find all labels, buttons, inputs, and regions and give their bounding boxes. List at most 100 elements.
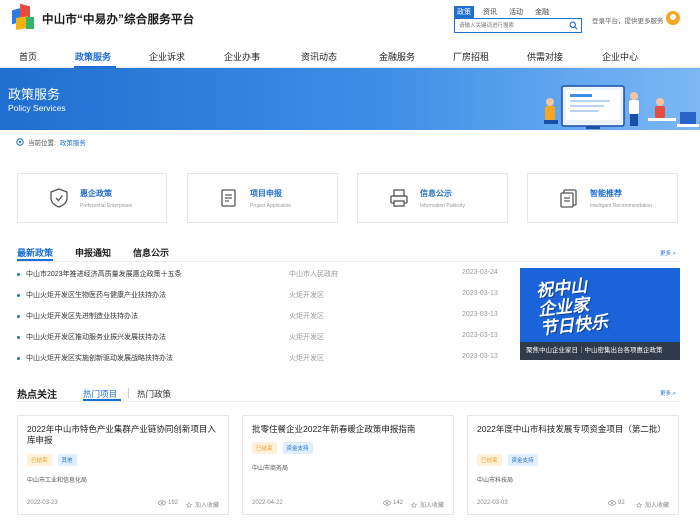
- news-date: 2023-03-13: [462, 311, 498, 318]
- service-subtitle: Information Publicity: [420, 203, 466, 209]
- service-subtitle: Intelligent Recommendation: [590, 203, 652, 209]
- favorite-button[interactable]: 加入收藏: [185, 500, 219, 509]
- service-card-preferential[interactable]: 惠企政策 Preferential Enterprises: [17, 173, 167, 223]
- bullet-dot: [17, 294, 20, 297]
- divider: [16, 401, 680, 402]
- tag-list: 已结束 资金支持: [252, 442, 313, 454]
- home-icon: [16, 138, 24, 146]
- news-date: 2023-03-24: [462, 269, 498, 276]
- bullet-dot: [17, 357, 20, 360]
- bullet-dot: [17, 336, 20, 339]
- header: 中山市“中易办”综合服务平台 政策 资讯 活动 金融 登录平台，提供更多服务: [0, 0, 700, 42]
- tab-latest-policy[interactable]: 最新政策: [17, 246, 53, 259]
- category-badge: 资金支持: [507, 454, 538, 466]
- status-badge: 已结束: [252, 442, 277, 454]
- promo-banner[interactable]: 祝中山 企业家 节日快乐 聚焦中山企业家日｜中山密集出台各项惠企政策: [520, 268, 680, 360]
- view-count-value: 142: [393, 500, 404, 506]
- nav-item-home[interactable]: 首页: [19, 50, 37, 63]
- project-card[interactable]: 批零住餐企业2022年新春暖企政策申报指南 已结束 资金支持 中山市商务局 20…: [242, 415, 454, 515]
- news-item[interactable]: 中山市2023年推进经济高质量发展惠企政策十五条 中山市人民政府 2023-03…: [17, 269, 517, 281]
- news-title[interactable]: 中山市2023年推进经济高质量发展惠企政策十五条: [26, 269, 182, 279]
- news-title[interactable]: 中山火炬开发区实施创新驱动发展战略扶持办法: [26, 353, 173, 363]
- news-item[interactable]: 中山火炬开发区实施创新驱动发展战略扶持办法 火炬开发区 2023-03-13: [17, 353, 517, 365]
- news-item[interactable]: 中山火炬开发区先进制造业扶持办法 火炬开发区 2023-03-13: [17, 311, 517, 323]
- category-badge: 资金支持: [282, 442, 313, 454]
- star-icon: [185, 501, 193, 508]
- news-title[interactable]: 中山火炬开发区先进制造业扶持办法: [26, 311, 138, 321]
- eye-icon: [383, 500, 391, 506]
- nav-item-news[interactable]: 资讯动态: [301, 50, 337, 63]
- search-box: [454, 18, 582, 33]
- news-title[interactable]: 中山火炬开发区生物医药与健康产业扶持办法: [26, 290, 166, 300]
- view-count: 92: [608, 500, 625, 506]
- user-icon[interactable]: [666, 11, 680, 25]
- service-card-publicity[interactable]: 信息公示 Information Publicity: [357, 173, 508, 223]
- breadcrumb: 当前位置: 政策服务: [16, 137, 86, 147]
- promo-caption[interactable]: 聚焦中山企业家日｜中山密集出台各项惠企政策: [520, 342, 680, 360]
- main-nav: 首页 政策服务 企业诉求 企业办事 资讯动态 金融服务 厂房招租 供需对接 企业…: [0, 44, 700, 68]
- search-tabs: 政策 资讯 活动 金融: [454, 6, 552, 18]
- service-card-project[interactable]: 项目申报 Project Application: [187, 173, 338, 223]
- favorite-label: 加入收藏: [195, 503, 220, 509]
- project-card[interactable]: 2022年中山市特色产业集群产业链协同创新项目入库申报 已结束 其他 中山市工业…: [17, 415, 229, 515]
- printer-icon: [390, 189, 408, 207]
- tab-separator: [128, 388, 129, 398]
- project-footer: 2022-04-22 142 加入收藏: [252, 500, 448, 510]
- project-date: 2022-03-23: [27, 500, 58, 506]
- news-tabs: 最新政策 申报通知 信息公示: [17, 246, 169, 259]
- service-card-recommend[interactable]: 智能推荐 Intelligent Recommendation: [527, 173, 678, 223]
- nav-item-supply[interactable]: 供需对接: [527, 50, 563, 63]
- file-stack-icon: [560, 189, 577, 208]
- search-tab-activity[interactable]: 活动: [506, 6, 526, 18]
- news-source: 火炬开发区: [289, 355, 324, 362]
- search-tab-finance[interactable]: 金融: [532, 6, 552, 18]
- tag-list: 已结束 其他: [27, 454, 77, 466]
- project-title[interactable]: 批零住餐企业2022年新春暖企政策申报指南: [252, 424, 448, 435]
- document-icon: [221, 189, 236, 207]
- favorite-button[interactable]: 加入收藏: [635, 500, 669, 509]
- nav-item-factory[interactable]: 厂房招租: [453, 50, 489, 63]
- project-footer: 2022-03-23 192 加入收藏: [27, 500, 223, 510]
- service-title: 信息公示: [420, 189, 452, 198]
- project-card[interactable]: 2022年度中山市科技发展专项资金项目（第二批） 已结束 资金支持 中山市科技局…: [467, 415, 679, 515]
- project-title[interactable]: 2022年度中山市科技发展专项资金项目（第二批）: [477, 424, 673, 435]
- favorite-label: 加入收藏: [645, 503, 670, 509]
- nav-item-appeals[interactable]: 企业诉求: [149, 50, 185, 63]
- nav-item-enterprise[interactable]: 企业中心: [602, 50, 638, 63]
- tab-application-notice[interactable]: 申报通知: [75, 246, 111, 259]
- nav-item-finance[interactable]: 金融服务: [379, 50, 415, 63]
- project-org: 中山市商务局: [252, 466, 289, 472]
- login-link[interactable]: 登录平台，提供更多服务: [592, 15, 664, 25]
- bullet-dot: [17, 273, 20, 276]
- search-icon[interactable]: [569, 21, 578, 30]
- news-more-link[interactable]: 更多 >: [660, 249, 676, 257]
- search-input[interactable]: [455, 19, 565, 32]
- view-count: 192: [158, 500, 178, 506]
- news-item[interactable]: 中山火炬开发区生物医药与健康产业扶持办法 火炬开发区 2023-03-13: [17, 290, 517, 302]
- project-date: 2022-03-03: [477, 500, 508, 506]
- tab-hot-policies[interactable]: 热门政策: [137, 388, 171, 400]
- site-title[interactable]: 中山市“中易办”综合服务平台: [42, 11, 194, 27]
- site-logo[interactable]: [12, 3, 36, 31]
- nav-item-affairs[interactable]: 企业办事: [224, 50, 260, 63]
- search-tab-policy[interactable]: 政策: [454, 6, 474, 18]
- news-item[interactable]: 中山火炬开发区推动服务业振兴发展扶持办法 火炬开发区 2023-03-13: [17, 332, 517, 344]
- hot-more-link[interactable]: 更多 >: [660, 389, 676, 397]
- news-title[interactable]: 中山火炬开发区推动服务业振兴发展扶持办法: [26, 332, 166, 342]
- page-banner: 政策服务 Policy Services: [0, 68, 700, 130]
- project-footer: 2022-03-03 92 加入收藏: [477, 500, 673, 510]
- project-title[interactable]: 2022年中山市特色产业集群产业链协同创新项目入库申报: [27, 424, 223, 446]
- banner-subtitle: Policy Services: [8, 103, 66, 113]
- news-source: 火炬开发区: [289, 334, 324, 341]
- news-source: 中山市人民政府: [289, 271, 338, 278]
- breadcrumb-current[interactable]: 政策服务: [60, 137, 86, 147]
- view-count: 142: [383, 500, 403, 506]
- favorite-button[interactable]: 加入收藏: [410, 500, 444, 509]
- service-title: 项目申报: [250, 189, 282, 198]
- nav-item-policy[interactable]: 政策服务: [75, 50, 111, 63]
- tab-info-publicity[interactable]: 信息公示: [133, 246, 169, 259]
- status-badge: 已结束: [477, 454, 502, 466]
- news-source: 火炬开发区: [289, 292, 324, 299]
- shield-icon: [50, 188, 68, 208]
- search-tab-news[interactable]: 资讯: [480, 6, 500, 18]
